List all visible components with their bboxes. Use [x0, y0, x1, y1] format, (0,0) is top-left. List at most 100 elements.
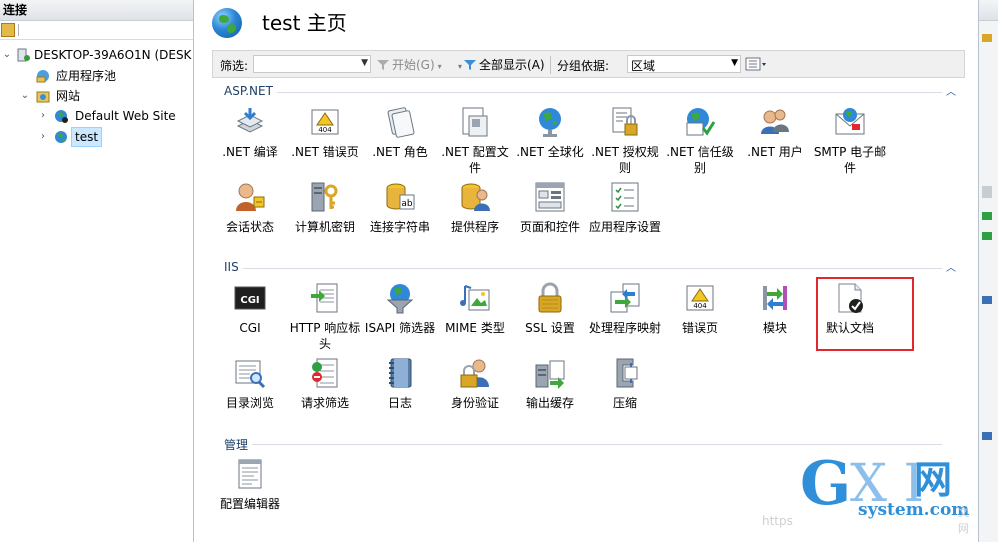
highlight-box	[816, 277, 914, 351]
feature-authentication[interactable]: 身份验证	[437, 357, 513, 411]
toolbar-separator	[550, 56, 551, 74]
section-title: IIS	[224, 260, 243, 274]
features-view: test 主页 筛选: ▼ 开始(G) ▾ ▾ 全部显示(A) 分组依据: 区域 ▼…	[200, 0, 971, 542]
feature-output-caching[interactable]: 输出缓存	[512, 357, 588, 411]
feature-label: .NET 用户	[747, 145, 803, 159]
feature-directory-browsing[interactable]: 目录浏览	[212, 357, 288, 411]
help-icon[interactable]	[982, 432, 992, 440]
feature-error-pages[interactable]: 404 错误页	[662, 282, 738, 336]
dropdown-arrow-icon[interactable]: ▼	[731, 58, 738, 68]
globe-icon	[54, 130, 68, 144]
feature-net-authorization[interactable]: .NET 授权规则	[587, 106, 663, 176]
start-icon[interactable]	[982, 232, 992, 240]
collapse-chevron-icon[interactable]: ︿	[946, 259, 956, 274]
feature-cgi[interactable]: CGI CGI	[212, 282, 288, 336]
browse-icon[interactable]	[982, 296, 992, 304]
actions-panel-header	[979, 0, 998, 21]
feature-http-response-headers[interactable]: HTTP 响应标头	[287, 282, 363, 352]
toolbar-separator	[18, 24, 19, 36]
dropdown-arrow-icon[interactable]: ▼	[361, 58, 368, 68]
section-title: 管理	[224, 436, 253, 453]
section-header-aspnet[interactable]: ASP.NET ︿	[212, 84, 960, 100]
svg-text:ab: ab	[401, 199, 413, 209]
net-profile-icon	[459, 106, 491, 138]
tree-node-server[interactable]: ⌄ DESKTOP-39A6O1N (DESK	[0, 45, 193, 65]
feature-net-roles[interactable]: .NET 角色	[362, 106, 438, 160]
feature-pages-controls[interactable]: 页面和控件	[512, 181, 588, 235]
cgi-icon: CGI	[234, 282, 266, 314]
svg-text:CGI: CGI	[240, 295, 259, 306]
tree-node-test[interactable]: › test	[0, 127, 193, 147]
feature-net-users[interactable]: .NET 用户	[737, 106, 813, 160]
connection-strings-icon: ab	[384, 181, 416, 213]
feature-compression[interactable]: 压缩	[587, 357, 663, 411]
actions-panel	[978, 0, 998, 542]
view-mode-button[interactable]	[745, 56, 767, 72]
feature-request-filtering[interactable]: 请求筛选	[287, 357, 363, 411]
feature-label: .NET 角色	[372, 145, 428, 159]
connections-title: 连接	[0, 0, 193, 21]
feature-label: .NET 授权规则	[591, 145, 659, 175]
logging-icon	[384, 357, 416, 389]
tree-node-default-web-site[interactable]: › Default Web Site	[0, 106, 193, 126]
filter-input[interactable]: ▼	[253, 55, 371, 73]
collapse-icon[interactable]: ⌄	[2, 45, 12, 65]
feature-logging[interactable]: 日志	[362, 357, 438, 411]
feature-net-trust-levels[interactable]: .NET 信任级别	[662, 106, 738, 176]
feature-label: 应用程序设置	[588, 220, 661, 234]
feature-net-globalization[interactable]: .NET 全球化	[512, 106, 588, 160]
net-roles-icon	[384, 106, 416, 138]
handler-mappings-icon	[609, 282, 641, 314]
filter-toolbar: 筛选: ▼ 开始(G) ▾ ▾ 全部显示(A) 分组依据: 区域 ▼	[212, 50, 965, 78]
machine-key-icon	[309, 181, 341, 213]
feature-smtp-email[interactable]: SMTP 电子邮件	[812, 106, 888, 176]
explore-icon[interactable]	[982, 34, 992, 42]
tree-node-app-pools[interactable]: 应用程序池	[0, 66, 193, 86]
net-compilation-icon	[234, 106, 266, 138]
restart-icon[interactable]	[982, 212, 992, 220]
feature-ssl-settings[interactable]: SSL 设置	[512, 282, 588, 336]
feature-modules[interactable]: 模块	[737, 282, 813, 336]
net-authorization-icon	[609, 106, 641, 138]
page-title: test 主页	[262, 11, 347, 35]
directory-browsing-icon	[234, 357, 266, 389]
feature-net-profile[interactable]: .NET 配置文件	[437, 106, 513, 176]
start-label: 开始(G)	[392, 58, 435, 72]
expand-icon[interactable]: ›	[38, 127, 48, 147]
feature-connection-strings[interactable]: ab 连接字符串	[362, 181, 438, 235]
section-header-iis[interactable]: IIS ︿	[212, 260, 960, 276]
feature-label: MIME 类型	[445, 321, 505, 335]
output-caching-icon	[534, 357, 566, 389]
feature-providers[interactable]: 提供程序	[437, 181, 513, 235]
collapse-icon[interactable]: ⌄	[20, 86, 30, 106]
feature-label: 输出缓存	[525, 396, 574, 410]
site-globe-icon	[212, 8, 242, 38]
feature-app-settings[interactable]: 应用程序设置	[587, 181, 663, 235]
open-folder-icon[interactable]	[1, 23, 15, 37]
feature-label: 模块	[762, 321, 787, 335]
feature-isapi-filters[interactable]: ISAPI 筛选器	[362, 282, 438, 336]
net-error-pages-icon: 404	[309, 106, 341, 138]
group-by-value: 区域	[631, 59, 656, 73]
section-header-management[interactable]: 管理	[212, 436, 960, 453]
feature-label: 身份验证	[450, 396, 499, 410]
feature-label: SSL 设置	[525, 321, 575, 335]
group-by-select[interactable]: 区域 ▼	[627, 55, 741, 73]
feature-net-compilation[interactable]: .NET 编译	[212, 106, 288, 160]
feature-handler-mappings[interactable]: 处理程序映射	[587, 282, 663, 336]
net-globalization-icon	[534, 106, 566, 138]
modules-icon	[759, 282, 791, 314]
view-grid-icon	[745, 57, 766, 71]
start-button[interactable]: 开始(G) ▾	[377, 55, 442, 75]
feature-machine-key[interactable]: 计算机密钥	[287, 181, 363, 235]
expand-icon[interactable]: ›	[38, 106, 48, 126]
tree-node-sites[interactable]: ⌄ 网站	[0, 86, 193, 106]
tree-label: test	[71, 127, 103, 147]
feature-session-state[interactable]: 会话状态	[212, 181, 288, 235]
feature-net-error-pages[interactable]: 404 .NET 错误页	[287, 106, 363, 160]
feature-label: 提供程序	[450, 220, 499, 234]
feature-configuration-editor[interactable]: 配置编辑器	[212, 458, 288, 512]
show-all-button[interactable]: ▾ 全部显示(A)	[458, 55, 545, 75]
feature-mime-types[interactable]: MIME 类型	[437, 282, 513, 336]
collapse-chevron-icon[interactable]: ︿	[946, 83, 956, 98]
